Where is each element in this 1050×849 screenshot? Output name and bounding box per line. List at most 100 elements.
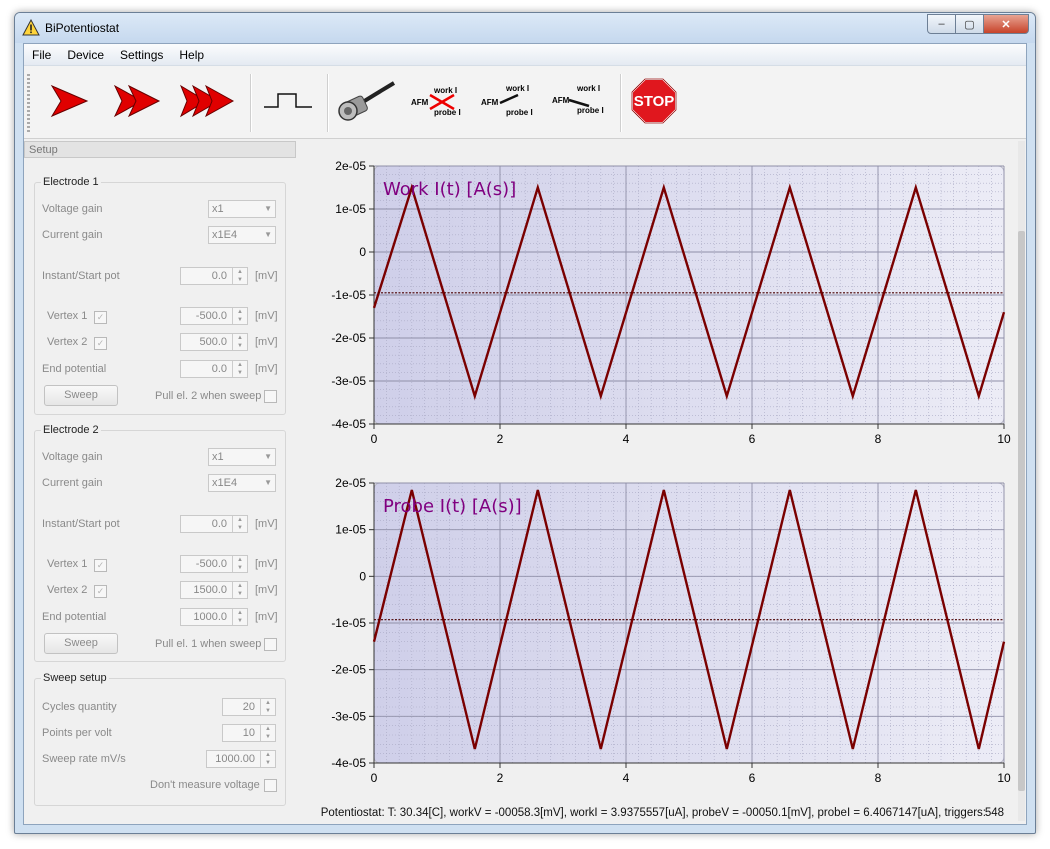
spin-arrows-icon: ▲ ▼ <box>232 582 247 598</box>
e1-current-gain-label: Current gain <box>42 229 103 241</box>
spin-arrows-icon: ▲ ▼ <box>232 308 247 324</box>
x-tick-label: 4 <box>623 771 630 785</box>
e2-vertex1-checkbox[interactable]: ✓ <box>94 559 107 572</box>
scrollbar-thumb <box>1018 231 1025 791</box>
triggers-count: 548 <box>984 807 1004 819</box>
bnc-connect-button[interactable] <box>334 76 398 126</box>
e1-vertex1-spin[interactable]: -500.0 ▲ ▼ <box>180 307 248 325</box>
e1-vertex2-label: Vertex 2 <box>47 336 88 348</box>
points-label: Points per volt <box>42 727 112 739</box>
spin-arrows-icon: ▲ ▼ <box>232 334 247 350</box>
menu-settings[interactable]: Settings <box>112 48 171 62</box>
e2-end-spin[interactable]: 1000.0 ▲ ▼ <box>180 608 248 626</box>
unit-label: [mV] <box>255 336 278 348</box>
e2-voltage-gain-select[interactable]: x1 ▼ <box>208 448 276 466</box>
afm-disconnected-icon: AFM work I probe I <box>411 86 461 117</box>
e2-sweep-button[interactable]: Sweep <box>44 633 118 654</box>
y-tick-label: 1e-05 <box>335 202 366 216</box>
e2-vertex2-spin[interactable]: 1500.0 ▲ ▼ <box>180 581 248 599</box>
unit-label: [mV] <box>255 270 278 282</box>
e1-sweep-button[interactable]: Sweep <box>44 385 118 406</box>
menu-help[interactable]: Help <box>171 48 212 62</box>
x-tick-label: 4 <box>623 432 630 446</box>
y-tick-label: 0 <box>359 245 366 259</box>
y-tick-label: 2e-05 <box>335 476 366 490</box>
double-run-button[interactable] <box>109 76 164 126</box>
afm-work-button[interactable]: AFM work I probe I <box>479 76 539 126</box>
e2-vertex1-spin[interactable]: -500.0 ▲ ▼ <box>180 555 248 573</box>
spin-arrows-icon: ▲ ▼ <box>232 556 247 572</box>
spin-arrows-icon: ▲ ▼ <box>260 751 275 767</box>
minimize-button[interactable]: – <box>927 14 956 34</box>
bnc-cable-icon <box>338 81 396 121</box>
x-tick-label: 0 <box>371 432 378 446</box>
e2-pull-checkbox[interactable] <box>264 638 277 651</box>
e2-end-label: End potential <box>42 611 107 623</box>
rate-spin[interactable]: 1000.00 ▲ ▼ <box>206 750 276 768</box>
chevron-down-icon: ▼ <box>264 204 272 213</box>
electrode2-group: Electrode 2 Voltage gain x1 ▼ Current gai… <box>34 424 286 662</box>
e1-current-gain-select[interactable]: x1E4 ▼ <box>208 226 276 244</box>
svg-text:work I: work I <box>433 86 457 95</box>
electrode1-group: Electrode 1 Voltage gain x1 ▼ Current gai… <box>34 176 286 415</box>
no-voltage-label: Don't measure voltage <box>150 779 260 791</box>
y-tick-label: 2e-05 <box>335 159 366 173</box>
spin-arrows-icon: ▲ ▼ <box>232 268 247 284</box>
cycles-spin[interactable]: 20 ▲ ▼ <box>222 698 276 716</box>
electrode1-title: Electrode 1 <box>41 176 101 188</box>
e1-pull-checkbox[interactable] <box>264 390 277 403</box>
e2-pull-label: Pull el. 1 when sweep <box>155 638 262 650</box>
y-tick-label: -1e-05 <box>331 288 366 302</box>
svg-text:probe I: probe I <box>506 108 533 117</box>
svg-text:AFM: AFM <box>552 96 570 105</box>
toolbar: AFM work I probe I AFM work I probe I AF… <box>24 66 1026 139</box>
y-tick-label: 0 <box>359 569 366 583</box>
e1-end-spin[interactable]: 0.0 ▲ ▼ <box>180 360 248 378</box>
close-button[interactable]: ✕ <box>983 14 1029 34</box>
y-tick-label: -3e-05 <box>331 709 366 723</box>
plots-area: 0 2 4 6 8 10 2e-05 1e-05 0 -1e-05 -2e-05 -3e-05 -4e-… <box>302 144 1022 794</box>
menu-device[interactable]: Device <box>59 48 112 62</box>
y-tick-label: -3e-05 <box>331 374 366 388</box>
svg-text:work I: work I <box>576 84 600 93</box>
unit-label: [mV] <box>255 558 278 570</box>
e1-vertex2-checkbox[interactable]: ✓ <box>94 337 107 350</box>
x-tick-label: 10 <box>997 432 1011 446</box>
menu-file[interactable]: File <box>24 48 59 62</box>
x-tick-label: 6 <box>749 432 756 446</box>
e2-current-gain-label: Current gain <box>42 477 103 489</box>
spin-arrows-icon: ▲ ▼ <box>260 699 275 715</box>
afm-probe-button[interactable]: AFM work I probe I <box>550 76 610 126</box>
e1-voltage-gain-select[interactable]: x1 ▼ <box>208 200 276 218</box>
pulse-button[interactable] <box>260 76 316 126</box>
points-spin[interactable]: 10 ▲ ▼ <box>222 724 276 742</box>
spin-arrows-icon: ▲ ▼ <box>232 361 247 377</box>
no-voltage-checkbox[interactable] <box>264 779 277 792</box>
toolbar-grip[interactable] <box>27 74 30 132</box>
toolbar-separator <box>620 74 622 132</box>
single-run-button[interactable] <box>44 76 94 126</box>
sweep-setup-title: Sweep setup <box>41 672 109 684</box>
e1-start-pot-spin[interactable]: 0.0 ▲ ▼ <box>180 267 248 285</box>
plot-title: Work I(t) [A(s)] <box>383 179 516 200</box>
unit-label: [mV] <box>255 363 278 375</box>
main-window: BiPotentiostat – ▢ ✕ File Device Setting… <box>14 12 1036 834</box>
e2-vertex2-checkbox[interactable]: ✓ <box>94 585 107 598</box>
e2-current-gain-select[interactable]: x1E4 ▼ <box>208 474 276 492</box>
vertical-scrollbar[interactable] <box>1017 141 1026 821</box>
unit-label: [mV] <box>255 584 278 596</box>
stop-button[interactable]: STOP <box>628 76 680 126</box>
e2-start-pot-spin[interactable]: 0.0 ▲ ▼ <box>180 515 248 533</box>
e1-vertex2-spin[interactable]: 500.0 ▲ ▼ <box>180 333 248 351</box>
e1-vertex1-checkbox[interactable]: ✓ <box>94 311 107 324</box>
pulse-icon <box>264 93 312 108</box>
afm-disconnect-button[interactable]: AFM work I probe I <box>409 76 469 126</box>
spin-arrows-icon: ▲ ▼ <box>260 725 275 741</box>
maximize-button[interactable]: ▢ <box>955 14 984 34</box>
svg-text:probe I: probe I <box>434 108 461 117</box>
setup-panel-header[interactable]: Setup <box>24 141 296 158</box>
client-area: File Device Settings Help AFM work I pro… <box>23 43 1027 825</box>
warning-app-icon <box>22 19 40 36</box>
plot-title: Probe I(t) [A(s)] <box>383 496 522 517</box>
triple-run-button[interactable] <box>174 76 239 126</box>
